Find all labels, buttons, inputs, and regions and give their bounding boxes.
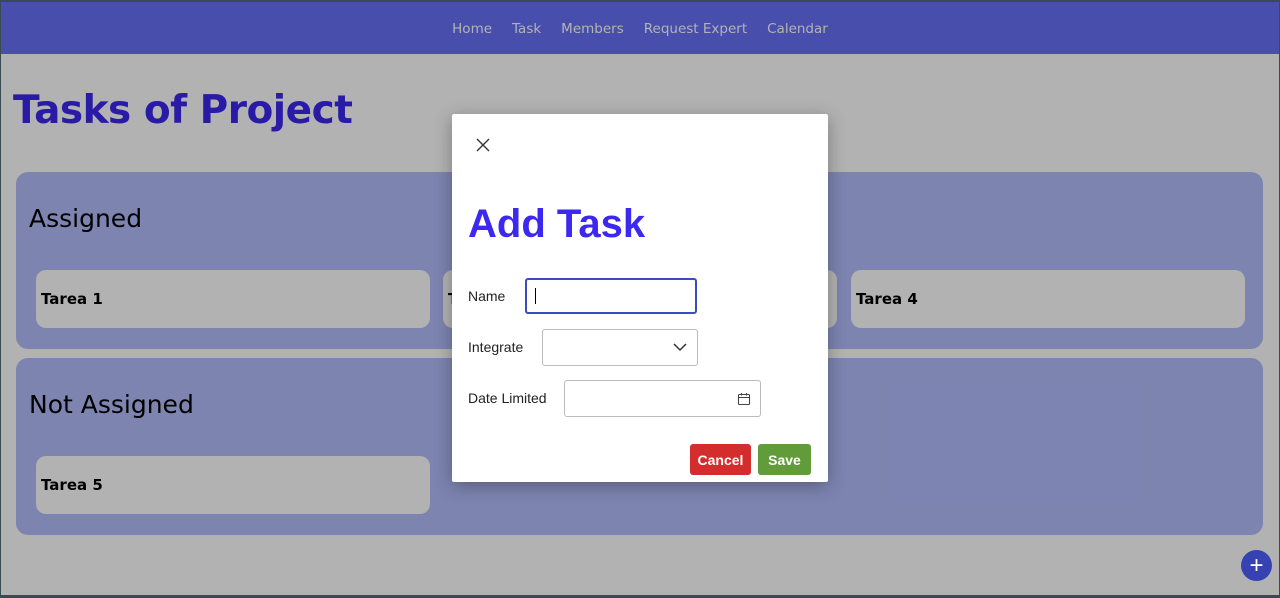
add-task-modal: Add Task Name Integrate Date Limited Can…	[452, 114, 828, 482]
close-button[interactable]	[472, 134, 494, 156]
calendar-icon[interactable]	[737, 392, 751, 406]
save-button[interactable]: Save	[758, 444, 811, 475]
close-icon	[476, 138, 490, 152]
date-limited-label: Date Limited	[468, 390, 547, 406]
integrate-select[interactable]	[542, 329, 698, 366]
name-input[interactable]	[525, 278, 697, 314]
plus-icon: +	[1249, 551, 1264, 579]
app-frame: Home Task Members Request Expert Calenda…	[1, 2, 1279, 595]
add-task-fab[interactable]: +	[1241, 550, 1272, 581]
chevron-down-icon	[673, 343, 687, 352]
integrate-label: Integrate	[468, 339, 524, 355]
modal-title: Add Task	[468, 202, 646, 246]
cancel-button[interactable]: Cancel	[690, 444, 751, 475]
date-limited-input[interactable]	[564, 380, 761, 417]
text-caret	[535, 288, 536, 304]
name-label: Name	[468, 288, 506, 304]
